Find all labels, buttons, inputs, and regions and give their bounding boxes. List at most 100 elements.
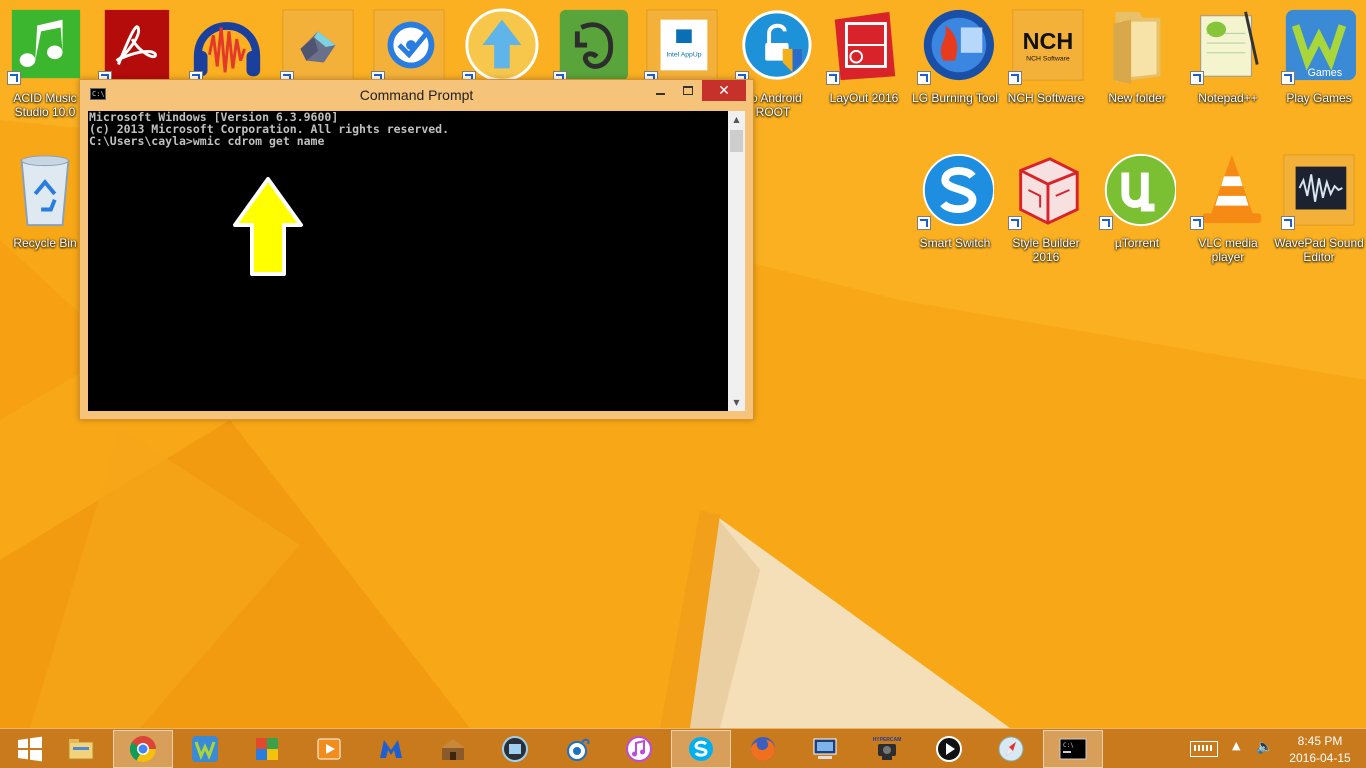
- desktop-icon-label: VLC media player: [1198, 236, 1258, 264]
- taskbar-wildtangent[interactable]: [175, 730, 235, 768]
- remote-desktop-icon: [813, 738, 837, 759]
- app-icon: [256, 738, 278, 760]
- film-icon: [502, 736, 528, 762]
- taskbar-remote-desktop[interactable]: [795, 730, 855, 768]
- nch-logo-icon: NCH NCH Software: [1006, 5, 1086, 85]
- console-input-line[interactable]: C:\Users\cayla>wmic cdrom get name: [89, 135, 728, 147]
- taskbar-game[interactable]: [423, 730, 483, 768]
- desktop-icon-style-builder[interactable]: Style Builder 2016: [1001, 150, 1091, 280]
- unlock-shield-icon: [733, 5, 813, 85]
- taskbar-film[interactable]: [485, 730, 545, 768]
- intel-appup-icon: Intel AppUp: [642, 5, 722, 85]
- evernote-elephant-icon: [551, 5, 631, 85]
- taskbar-malwarebytes[interactable]: [361, 730, 421, 768]
- desktop-icon-utorrent[interactable]: µTorrent: [1092, 150, 1182, 280]
- file-explorer-icon: [68, 739, 94, 760]
- adobe-reader-icon: [96, 5, 176, 85]
- touch-keyboard-icon[interactable]: [1190, 741, 1218, 757]
- desktop-icon-layout-2016[interactable]: LayOut 2016: [819, 5, 909, 135]
- desktop-icon-wavepad[interactable]: WavePad Sound Editor: [1274, 150, 1364, 280]
- taskbar-hypercam[interactable]: HYPERCAM: [857, 730, 917, 768]
- wildtangent-w-icon: Games: [1279, 5, 1359, 85]
- safari-icon: [998, 736, 1024, 762]
- chrome-icon: [129, 736, 157, 763]
- svg-text:C:\: C:\: [1063, 742, 1074, 749]
- shortcut-arrow-icon: [1099, 216, 1113, 230]
- maximize-button[interactable]: [674, 80, 702, 101]
- svg-text:Intel AppUp: Intel AppUp: [666, 52, 701, 59]
- itunes-icon: [626, 736, 652, 762]
- taskbar-skype[interactable]: [671, 730, 731, 768]
- acid-music-icon: [5, 5, 85, 85]
- taskbar-media-player[interactable]: [919, 730, 979, 768]
- desktop-icon-lg-burning-tool[interactable]: LG Burning Tool: [910, 5, 1000, 135]
- desktop-icon-play-games[interactable]: Games Play Games: [1274, 5, 1364, 135]
- bird-icon: [567, 738, 590, 761]
- console-output[interactable]: Microsoft Windows [Version 6.3.9600] (c)…: [88, 111, 728, 411]
- notepad-plus-plus-icon: [1188, 5, 1268, 85]
- firefox-icon: [751, 737, 775, 761]
- desktop-icon-new-folder[interactable]: New folder: [1092, 5, 1182, 135]
- taskbar-app[interactable]: [237, 730, 297, 768]
- scroll-down-button[interactable]: ▼: [728, 394, 745, 411]
- skype-icon: [689, 737, 713, 761]
- desktop-icon-vlc[interactable]: VLC media player: [1183, 150, 1273, 280]
- windows-start-icon: [18, 736, 42, 762]
- taskbar-firefox[interactable]: [733, 730, 793, 768]
- disc-check-icon: [369, 5, 449, 85]
- annotation-arrow-icon: [233, 177, 303, 276]
- svg-text:NCH Software: NCH Software: [1026, 56, 1070, 63]
- desktop-icon-nch-software[interactable]: NCH NCH Software NCH Software: [1001, 5, 1091, 135]
- desktop-icon-label: µTorrent: [1114, 236, 1160, 250]
- style-builder-cube-icon: [1006, 150, 1086, 230]
- smart-switch-icon: [915, 150, 995, 230]
- recycle-bin-icon: [5, 150, 85, 230]
- desktop-icon-label: LayOut 2016: [829, 91, 899, 105]
- taskbar-video-player[interactable]: [299, 730, 359, 768]
- desktop-icon-label: WavePad Sound Editor: [1274, 236, 1364, 264]
- scroll-thumb[interactable]: [730, 130, 743, 152]
- desktop-icon-label: New folder: [1108, 91, 1166, 105]
- shortcut-arrow-icon: [7, 71, 21, 85]
- taskbar-chrome[interactable]: [113, 730, 173, 768]
- game-icon: [441, 739, 465, 760]
- shortcut-arrow-icon: [826, 71, 840, 85]
- shortcut-arrow-icon: [1281, 216, 1295, 230]
- desktop-icon-label: Notepad++: [1198, 91, 1258, 105]
- lg-burning-disc-icon: [915, 5, 995, 85]
- close-icon: ✕: [718, 82, 730, 99]
- desktop-icon-notepad-plus-plus[interactable]: Notepad++: [1183, 5, 1273, 135]
- scroll-up-button[interactable]: ▲: [728, 111, 745, 128]
- wavepad-waveform-icon: [1279, 150, 1359, 230]
- shortcut-arrow-icon: [917, 71, 931, 85]
- desktop-icon-smart-switch[interactable]: Smart Switch: [910, 150, 1000, 280]
- audacity-headphones-icon: [187, 5, 267, 85]
- window-titlebar[interactable]: C:\ Command Prompt ✕: [80, 80, 753, 110]
- svg-text:NCH: NCH: [1023, 28, 1074, 54]
- taskbar-command-prompt[interactable]: C:\: [1043, 730, 1103, 768]
- desktop-icon-label: Recycle Bin: [13, 236, 77, 250]
- taskbar-bird-app[interactable]: [547, 730, 607, 768]
- show-hidden-icons-chevron-icon[interactable]: ▲: [1232, 739, 1240, 752]
- command-prompt-window[interactable]: C:\ Command Prompt ✕ Microsoft Windows […: [79, 79, 754, 420]
- taskbar-file-explorer[interactable]: [51, 730, 111, 768]
- taskbar-itunes[interactable]: [609, 730, 669, 768]
- desktop-icon-recycle-bin[interactable]: Recycle Bin: [0, 150, 90, 280]
- shortcut-arrow-icon: [1190, 71, 1204, 85]
- shortcut-arrow-icon: [1190, 216, 1204, 230]
- desktop-icon-acid-music-studio[interactable]: ACID Music Studio 10.0: [0, 5, 90, 135]
- taskbar-safari[interactable]: [981, 730, 1041, 768]
- media-player-icon: [936, 736, 962, 762]
- shortcut-arrow-icon: [1008, 216, 1022, 230]
- desktop-icon-label: NCH Software: [1007, 91, 1085, 105]
- command-prompt-icon: C:\: [1059, 738, 1087, 760]
- desktop-icon-label: LG Burning Tool: [912, 91, 998, 105]
- vertical-scrollbar[interactable]: ▲ ▼: [728, 111, 745, 411]
- close-button[interactable]: ✕: [702, 80, 746, 101]
- minimize-button[interactable]: [646, 80, 674, 101]
- wildtangent-games-icon: [192, 736, 218, 762]
- clock-date[interactable]: 2016-04-15: [1280, 751, 1360, 765]
- volume-icon[interactable]: 🔈: [1256, 739, 1273, 755]
- clock-time[interactable]: 8:45 PM: [1280, 734, 1360, 748]
- cube-app-icon: [278, 5, 358, 85]
